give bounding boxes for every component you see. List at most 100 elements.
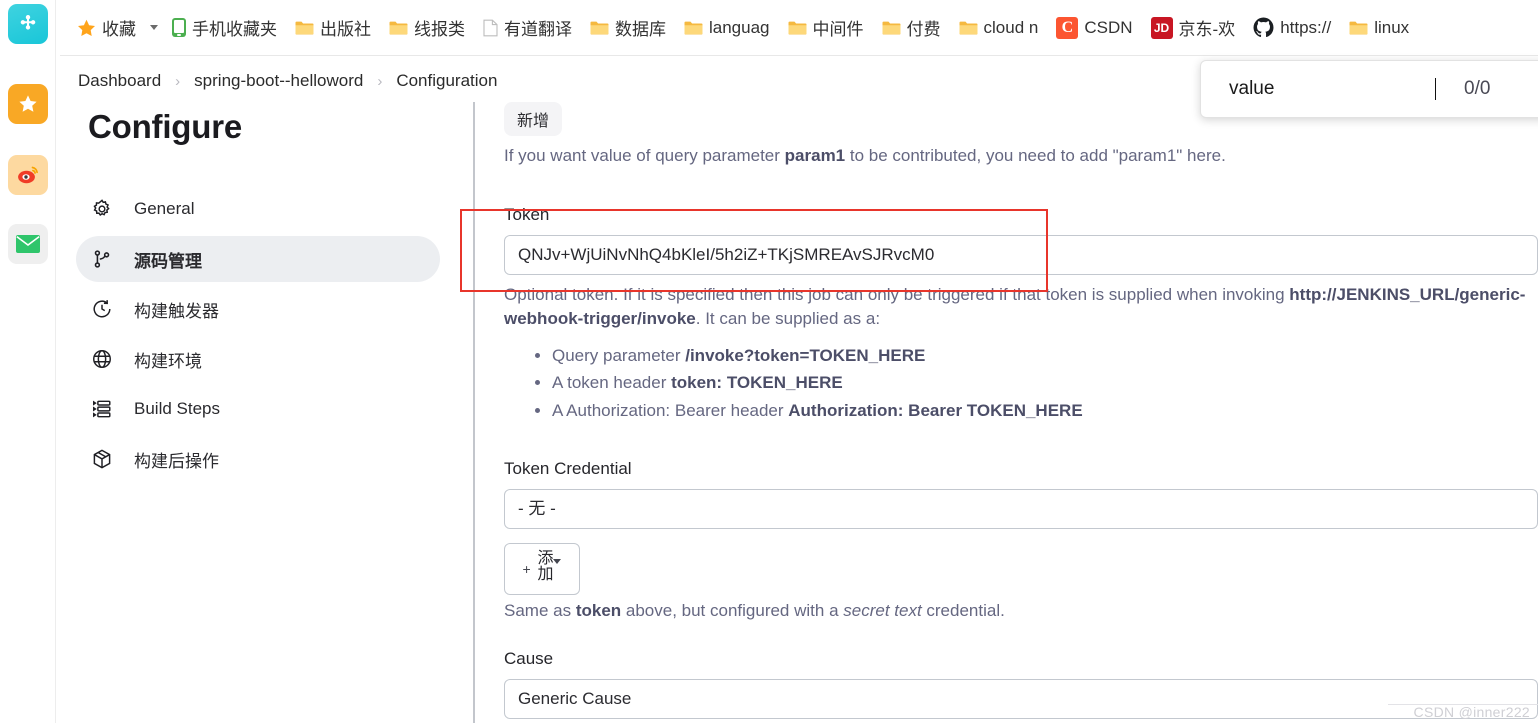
clock-icon: [90, 297, 114, 321]
bullet-bold: Authorization: Bearer TOKEN_HERE: [788, 400, 1083, 420]
param-help-suffix: to be contributed, you need to add "para…: [845, 146, 1226, 165]
folder-icon: [1349, 20, 1368, 36]
folder-icon: [590, 20, 609, 36]
configure-sidebar: Configure General 源码管理 构建触发器 构建环境 Build …: [56, 108, 474, 486]
bookmark-youdao-translate[interactable]: 有道翻译: [474, 11, 581, 45]
add-credential-button[interactable]: + 添加: [504, 542, 580, 595]
sidebar-item-label: 构建触发器: [134, 301, 219, 321]
param-help-bold: param1: [784, 146, 846, 165]
gear-icon: [90, 197, 114, 221]
page-title: Configure: [88, 108, 243, 145]
cause-input[interactable]: [504, 679, 1538, 720]
screen: 收藏 手机收藏夹 出版社 线报类 有道翻译 数据库 languag 中间件 付费…: [0, 0, 1538, 723]
list-steps-icon: [90, 397, 114, 421]
jd-icon: JD: [1150, 16, 1173, 39]
weibo-icon[interactable]: [8, 155, 48, 195]
param-help-text: If you want value of query parameter par…: [504, 144, 1538, 169]
bookmark-label: CSDN: [1084, 17, 1133, 37]
token-desc-part2: . It can be supplied as a:: [695, 309, 881, 329]
sidebar-item-label: General: [134, 199, 195, 218]
bookmark-label: 收藏: [102, 20, 136, 39]
sidebar-item-label: 源码管理: [134, 251, 202, 271]
phone-icon: [172, 18, 186, 37]
text-cursor: [1435, 78, 1436, 100]
bookmark-publisher[interactable]: 出版社: [286, 11, 380, 45]
breadcrumb-item-configuration[interactable]: Configuration: [396, 71, 497, 91]
bookmarks-bar: 收藏 手机收藏夹 出版社 线报类 有道翻译 数据库 languag 中间件 付费…: [60, 0, 1538, 56]
bookmark-favorites[interactable]: 收藏: [68, 11, 145, 45]
sidebar-item-source-code-management[interactable]: 源码管理: [76, 236, 440, 282]
folder-icon: [684, 20, 703, 36]
folder-icon: [389, 20, 408, 36]
bookmark-database[interactable]: 数据库: [581, 11, 675, 45]
bookmark-tips[interactable]: 线报类: [380, 11, 474, 45]
bookmark-label: 数据库: [615, 20, 666, 39]
token-input[interactable]: [504, 234, 1538, 275]
sidebar-item-general[interactable]: General: [76, 186, 440, 232]
token-description: Optional token. If it is specified then …: [504, 283, 1538, 332]
token-credential-select[interactable]: - 无 -: [504, 488, 1538, 529]
folder-icon: [959, 20, 978, 36]
bullet-text: Query parameter: [552, 345, 686, 365]
git-branch-icon: [90, 247, 114, 271]
watermark-label: CSDN @inner222: [1413, 704, 1530, 720]
param-help-prefix: If you want value of query parameter: [504, 146, 785, 165]
sidebar-item-build-steps[interactable]: Build Steps: [76, 386, 440, 432]
token-supply-methods-list: Query parameter /invoke?token=TOKEN_HERE…: [526, 342, 1538, 425]
favorites-star-icon[interactable]: [8, 84, 48, 124]
bookmark-label: https://: [1280, 17, 1332, 37]
add-parameter-button[interactable]: 新增: [504, 102, 563, 136]
bullet-bold: token: TOKEN_HERE: [671, 373, 843, 393]
bookmark-mobile-favorites[interactable]: 手机收藏夹: [163, 11, 286, 45]
bookmark-csdn[interactable]: C CSDN: [1047, 11, 1141, 45]
cred-desc-part3: credential.: [921, 600, 1005, 620]
bookmark-label: 线报类: [414, 20, 465, 39]
sidebar-item-build-triggers[interactable]: 构建触发器: [76, 286, 440, 332]
bookmark-github[interactable]: https://: [1244, 11, 1340, 45]
configure-nav-list: General 源码管理 构建触发器 构建环境 Build Steps 构建后操…: [56, 186, 474, 482]
bookmark-paid[interactable]: 付费: [873, 11, 950, 45]
token-desc-part1: Optional token. If it is specified then …: [504, 284, 1290, 304]
sidebar-item-build-environment[interactable]: 构建环境: [76, 336, 440, 382]
bookmark-label: languag: [709, 17, 770, 37]
sidebar-item-label: Build Steps: [134, 399, 220, 418]
bookmark-label: 有道翻译: [504, 20, 572, 39]
bullet-bold: /invoke?token=TOKEN_HERE: [685, 345, 926, 365]
sidebar-content-divider: [473, 102, 475, 723]
app-logo-icon[interactable]: [8, 4, 48, 44]
plus-icon: +: [522, 560, 531, 577]
package-icon: [90, 447, 114, 471]
bookmark-label: 手机收藏夹: [192, 20, 277, 39]
document-icon: [483, 19, 498, 37]
token-credential-label: Token Credential: [504, 458, 632, 478]
configuration-form: 新增 If you want value of query parameter …: [486, 102, 1538, 720]
list-item: A token header token: TOKEN_HERE: [552, 369, 1538, 397]
list-item: A Authorization: Bearer header Authoriza…: [552, 397, 1538, 425]
search-input[interactable]: [1201, 77, 1441, 101]
bookmark-language[interactable]: languag: [675, 11, 779, 45]
sidebar-item-label: 构建环境: [134, 351, 202, 371]
breadcrumb: Dashboard › spring-boot--helloword › Con…: [78, 66, 497, 96]
credential-description: Same as token above, but configured with…: [504, 599, 1538, 624]
bookmark-label: 中间件: [812, 20, 864, 39]
browser-side-rail: [0, 0, 56, 723]
folder-icon: [788, 20, 807, 36]
sidebar-item-post-build-actions[interactable]: 构建后操作: [76, 436, 440, 482]
cred-desc-part2: above, but configured with a: [621, 600, 844, 620]
bookmark-jd[interactable]: JD 京东-欢: [1142, 11, 1245, 45]
folder-icon: [882, 20, 901, 36]
bookmarks-chevron-down-icon[interactable]: [145, 13, 163, 43]
cred-desc-bold: token: [575, 600, 622, 620]
bookmark-middleware[interactable]: 中间件: [779, 11, 873, 45]
csdn-icon: C: [1056, 16, 1079, 39]
globe-icon: [90, 347, 114, 371]
bookmark-linux[interactable]: linux: [1340, 11, 1418, 45]
mail-icon[interactable]: [8, 224, 48, 264]
page-content: Dashboard › spring-boot--helloword › Con…: [56, 56, 1538, 723]
breadcrumb-item-job[interactable]: spring-boot--helloword: [194, 71, 363, 91]
match-count-label: 0/0: [1464, 78, 1491, 99]
breadcrumb-item-dashboard[interactable]: Dashboard: [78, 71, 161, 91]
chevron-down-icon: [553, 559, 562, 565]
bookmark-cloud-native[interactable]: cloud n: [950, 11, 1048, 45]
sidebar-item-label: 构建后操作: [134, 451, 219, 471]
